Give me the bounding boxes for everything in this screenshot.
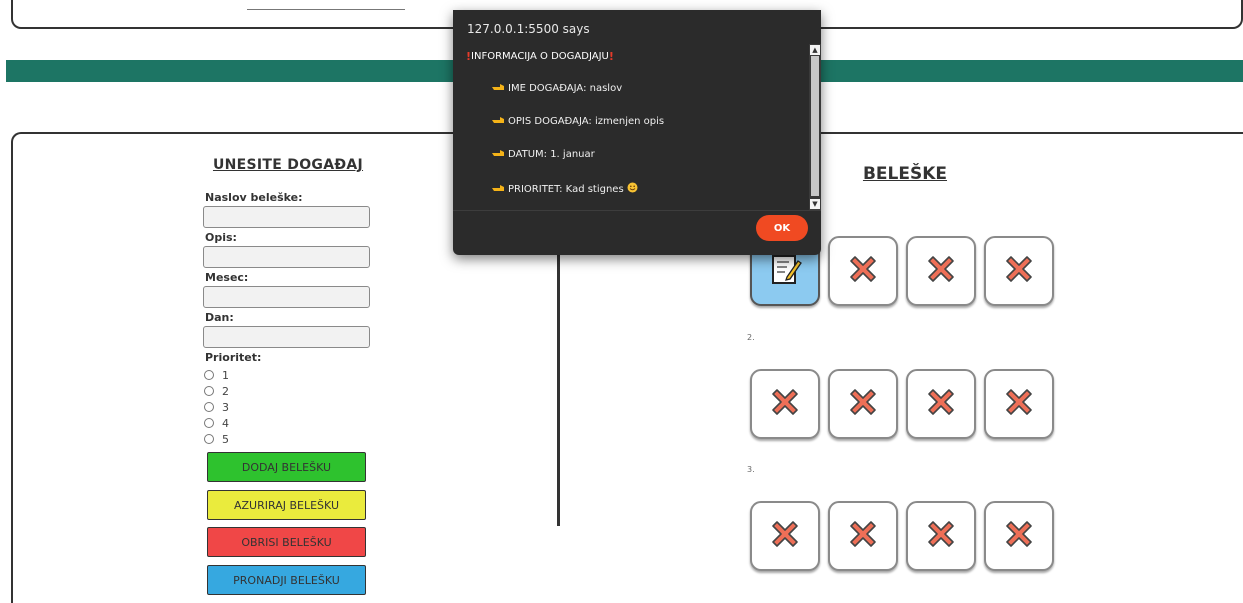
x-icon (999, 382, 1039, 426)
scroll-down-icon[interactable]: ▼ (810, 199, 820, 209)
x-icon (921, 382, 961, 426)
add-note-button[interactable]: DODAJ BELEŠKU (207, 452, 366, 482)
scroll-up-icon[interactable]: ▲ (810, 45, 820, 55)
pointing-hand-icon (491, 183, 505, 195)
month-label: Mesec: (205, 271, 249, 284)
exclamation-icon: ! (608, 50, 614, 63)
dialog-line-text: IME DOGAĐAJA: naslov (508, 82, 623, 94)
dialog-scrollbar[interactable]: ▲ ▼ (809, 44, 821, 210)
priority-option-4[interactable]: 4 (204, 416, 229, 430)
radio-button[interactable] (204, 402, 214, 412)
priority-option-label: 1 (222, 368, 229, 382)
priority-option-label: 5 (222, 432, 229, 446)
top-underline (247, 9, 405, 10)
x-icon (921, 514, 961, 558)
scroll-thumb[interactable] (811, 56, 819, 196)
day-label: Dan: (205, 311, 234, 324)
dialog-origin: 127.0.0.1:5500 says (467, 22, 590, 36)
priority-option-label: 2 (222, 384, 229, 398)
notes-title: BELEŠKE (862, 164, 948, 184)
x-icon (999, 249, 1039, 293)
update-note-button[interactable]: AZURIRAJ BELEŠKU (207, 490, 366, 520)
priority-label: Prioritet: (205, 351, 262, 364)
description-label: Opis: (205, 231, 237, 244)
radio-button[interactable] (204, 418, 214, 428)
priority-option-2[interactable]: 2 (204, 384, 229, 398)
radio-button[interactable] (204, 386, 214, 396)
note-tile-1-2[interactable] (828, 236, 898, 306)
panel-divider (557, 240, 560, 526)
ok-button[interactable]: OK (756, 215, 808, 241)
dialog-message: ! INFORMACIJA O DOGADJAJU ! IME DOGAĐAJA… (463, 44, 809, 210)
x-icon (843, 514, 883, 558)
dialog-line-text: PRIORITET: Kad stignes (508, 183, 624, 195)
x-icon (921, 249, 961, 293)
dialog-header: ! INFORMACIJA O DOGADJAJU ! (466, 50, 614, 63)
pointing-hand-icon (491, 148, 505, 160)
dialog-line-name: IME DOGAĐAJA: naslov (491, 82, 622, 94)
pointing-hand-icon (491, 82, 505, 94)
x-icon (999, 514, 1039, 558)
note-tile-3-4[interactable] (984, 501, 1054, 571)
smiley-icon (627, 182, 638, 196)
dialog-separator (453, 210, 821, 211)
dialog-line-text: OPIS DOGAĐAJA: izmenjen opis (508, 115, 665, 127)
dialog-line-description: OPIS DOGAĐAJA: izmenjen opis (491, 115, 664, 127)
note-tile-2-3[interactable] (906, 369, 976, 439)
priority-option-5[interactable]: 5 (204, 432, 229, 446)
find-note-button[interactable]: PRONADJI BELEŠKU (207, 565, 366, 595)
dialog-header-text: INFORMACIJA O DOGADJAJU (471, 51, 609, 62)
priority-option-label: 3 (222, 400, 229, 414)
form-title: UNESITE DOGAĐAJ (212, 157, 364, 173)
note-tile-3-1[interactable] (750, 501, 820, 571)
dialog-line-date: DATUM: 1. januar (491, 148, 595, 160)
priority-option-1[interactable]: 1 (204, 368, 229, 382)
alert-dialog: 127.0.0.1:5500 says ! INFORMACIJA O DOGA… (453, 10, 821, 255)
radio-button[interactable] (204, 370, 214, 380)
note-tile-3-2[interactable] (828, 501, 898, 571)
x-icon (765, 382, 805, 426)
title-label: Naslov beleške: (205, 191, 303, 204)
x-icon (765, 514, 805, 558)
dialog-line-priority: PRIORITET: Kad stignes (491, 182, 638, 196)
note-tile-1-4[interactable] (984, 236, 1054, 306)
day-input[interactable] (203, 326, 370, 348)
title-input[interactable] (203, 206, 370, 228)
priority-option-label: 4 (222, 416, 229, 430)
description-input[interactable] (203, 246, 370, 268)
radio-button[interactable] (204, 434, 214, 444)
month-input[interactable] (203, 286, 370, 308)
row-label-2: 2. (747, 333, 755, 342)
dialog-line-text: DATUM: 1. januar (508, 148, 595, 160)
x-icon (843, 249, 883, 293)
note-tile-3-3[interactable] (906, 501, 976, 571)
note-tile-1-3[interactable] (906, 236, 976, 306)
note-tile-2-4[interactable] (984, 369, 1054, 439)
row-label-3: 3. (747, 465, 755, 474)
x-icon (843, 382, 883, 426)
note-icon (765, 249, 805, 293)
delete-note-button[interactable]: OBRISI BELEŠKU (207, 527, 366, 557)
note-tile-2-1[interactable] (750, 369, 820, 439)
priority-option-3[interactable]: 3 (204, 400, 229, 414)
pointing-hand-icon (491, 115, 505, 127)
note-tile-2-2[interactable] (828, 369, 898, 439)
